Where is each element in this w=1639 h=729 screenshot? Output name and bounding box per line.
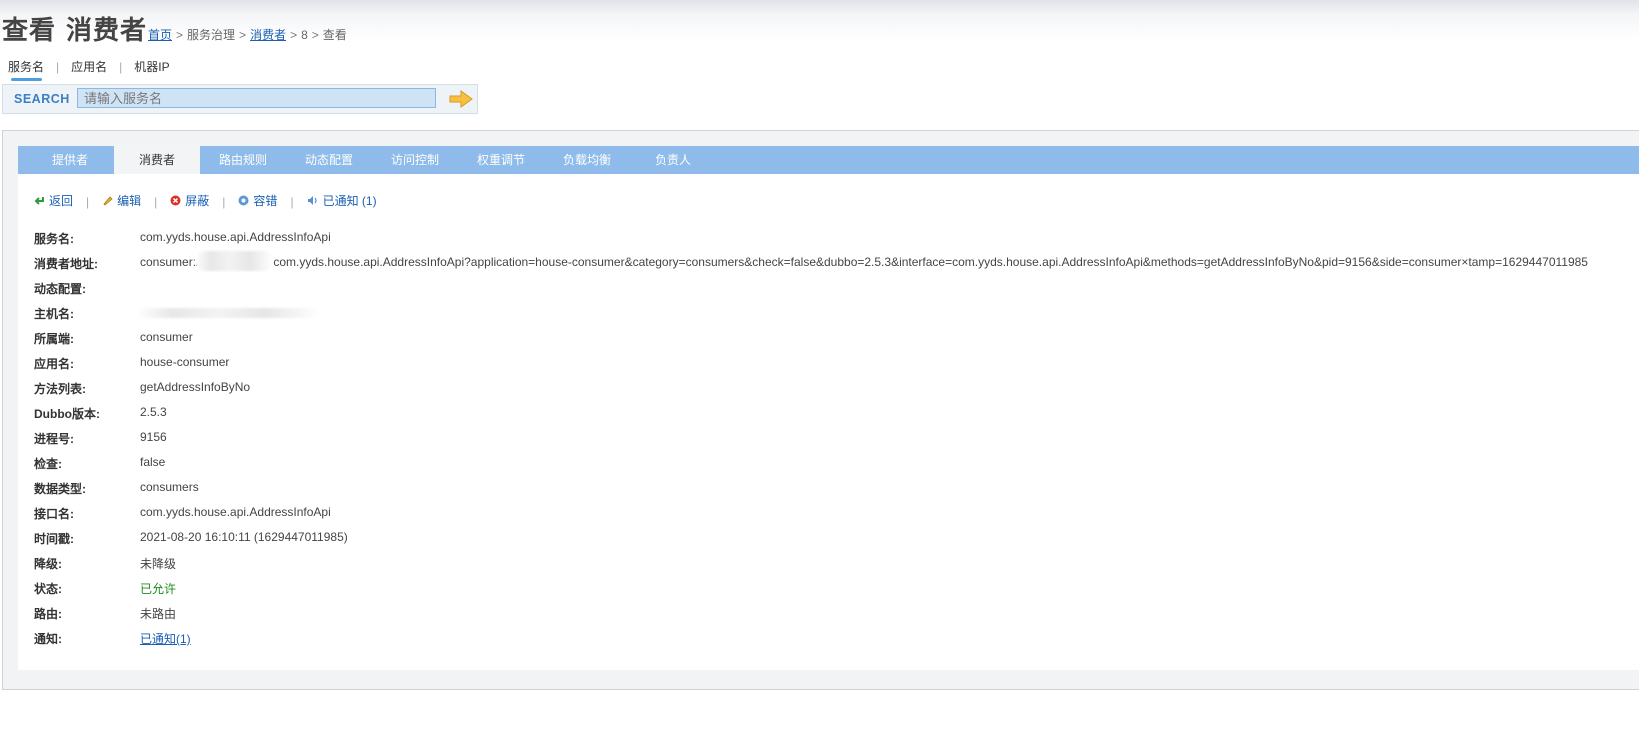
tolerance-button[interactable]: 容错 [238, 192, 277, 209]
address-url: com.yyds.house.api.AddressInfoApi?applic… [273, 255, 1588, 270]
detail-label: 状态: [34, 582, 62, 596]
tab-load-balance[interactable]: 负载均衡 [545, 146, 629, 174]
tab-weight[interactable]: 权重调节 [459, 146, 543, 174]
tab-routing-rules[interactable]: 路由规则 [201, 146, 285, 174]
edit-label: 编辑 [117, 194, 142, 208]
tolerance-circle-icon [238, 195, 249, 206]
back-arrow-icon [34, 197, 44, 205]
search-tab-app-name[interactable]: 应用名 [71, 58, 107, 75]
detail-label: 路由: [34, 607, 62, 621]
block-x-icon [170, 195, 181, 206]
search-box: SEARCH [2, 84, 478, 114]
detail-value: 已通知(1) [140, 630, 191, 647]
back-button[interactable]: 返回 [34, 192, 73, 209]
detail-value: getAddressInfoByNo [140, 380, 251, 394]
breadcrumb-id: 8 [301, 28, 308, 42]
pencil-icon [103, 196, 113, 206]
tab-providers[interactable]: 提供者 [29, 146, 111, 174]
search-input[interactable] [77, 88, 436, 108]
detail-value: consumer:/ com.yyds.house.api.AddressInfo… [140, 251, 1588, 271]
detail-value: false [140, 455, 166, 469]
notified-label: 已通知 (1) [322, 194, 377, 208]
back-label: 返回 [49, 194, 74, 208]
detail-value [136, 305, 320, 319]
toolbar-separator: | [290, 195, 294, 209]
toolbar-separator: | [222, 195, 226, 209]
search-tab-divider: | [56, 60, 60, 74]
breadcrumb-separator: > [290, 28, 298, 42]
redacted-ip [195, 251, 274, 271]
detail-label: 应用名: [34, 357, 74, 371]
breadcrumb-separator: > [311, 28, 319, 42]
detail-label: 接口名: [34, 507, 74, 521]
action-toolbar: 返回 | 编辑 | 屏蔽 | 容错 | 已通知 (1) [34, 192, 377, 209]
detail-value: com.yyds.house.api.AddressInfoApi [140, 230, 331, 244]
detail-value: 2.5.3 [140, 405, 167, 419]
detail-value: 未路由 [140, 607, 177, 621]
tab-dynamic-config[interactable]: 动态配置 [287, 146, 371, 174]
breadcrumb-view: 查看 [322, 28, 347, 42]
toolbar-separator: | [154, 195, 158, 209]
detail-label: 数据类型: [34, 482, 86, 496]
speaker-icon [307, 196, 317, 205]
search-tab-divider: | [119, 60, 123, 74]
detail-label: 通知: [34, 632, 62, 646]
detail-label: 降级: [34, 557, 62, 571]
tab-access-control[interactable]: 访问控制 [373, 146, 457, 174]
tab-consumers[interactable]: 消费者 [114, 146, 200, 174]
detail-label: 主机名: [34, 307, 74, 321]
status-badge: 已允许 [140, 582, 177, 596]
detail-value: 9156 [140, 430, 167, 444]
detail-label: Dubbo版本: [34, 407, 100, 421]
breadcrumb-separator: > [239, 28, 247, 42]
detail-label: 消费者地址: [34, 257, 98, 271]
nav-tabs: 提供者 消费者 路由规则 动态配置 访问控制 权重调节 负载均衡 负责人 [18, 146, 1639, 174]
notify-link[interactable]: 已通知(1) [140, 632, 191, 646]
page-title: 查看 消费者 [2, 16, 148, 46]
detail-value: house-consumer [140, 355, 230, 369]
detail-value: com.yyds.house.api.AddressInfoApi [140, 505, 331, 519]
search-tab-machine-ip[interactable]: 机器IP [134, 58, 169, 75]
detail-panel: 提供者 消费者 路由规则 动态配置 访问控制 权重调节 负载均衡 负责人 返回 … [2, 130, 1639, 690]
search-label: SEARCH [14, 92, 70, 106]
notified-button[interactable]: 已通知 (1) [307, 192, 377, 209]
breadcrumb: 首页 > 服务治理 > 消费者 >8 > 查看 [148, 26, 347, 43]
detail-label: 方法列表: [34, 382, 86, 396]
detail-value: 未降级 [140, 557, 177, 571]
detail-label: 检查: [34, 457, 62, 471]
detail-content: 提供者 消费者 路由规则 动态配置 访问控制 权重调节 负载均衡 负责人 返回 … [18, 146, 1639, 670]
breadcrumb-home-link[interactable]: 首页 [148, 28, 172, 42]
toolbar-separator: | [86, 195, 90, 209]
detail-value: consumer [140, 330, 193, 344]
arrow-right-icon[interactable] [449, 90, 473, 108]
edit-button[interactable]: 编辑 [102, 192, 141, 209]
tolerance-label: 容错 [253, 194, 278, 208]
detail-value: 2021-08-20 16:10:11 (1629447011985) [140, 530, 348, 544]
detail-label: 进程号: [34, 432, 74, 446]
detail-label: 服务名: [34, 232, 74, 246]
block-button[interactable]: 屏蔽 [170, 192, 209, 209]
address-prefix: consumer:/ [140, 255, 200, 270]
tab-owner[interactable]: 负责人 [631, 146, 715, 174]
breadcrumb-consumers-link[interactable]: 消费者 [250, 28, 286, 42]
breadcrumb-governance: 服务治理 [187, 28, 236, 42]
search-tab-service-name[interactable]: 服务名 [8, 58, 44, 81]
search-type-tabs: 服务名 | 应用名 | 机器IP [8, 58, 170, 81]
redacted-hostname [136, 307, 320, 318]
detail-label: 时间戳: [34, 532, 74, 546]
breadcrumb-separator: > [176, 28, 184, 42]
block-label: 屏蔽 [185, 194, 210, 208]
detail-value: consumers [140, 480, 199, 494]
detail-label: 所属端: [34, 332, 74, 346]
detail-label: 动态配置: [34, 282, 86, 296]
